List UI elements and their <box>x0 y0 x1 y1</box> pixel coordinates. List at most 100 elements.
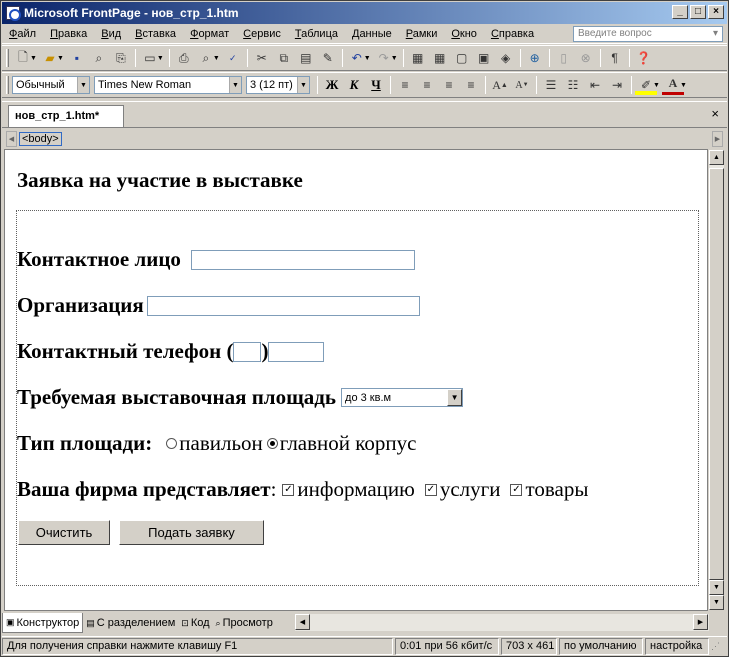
chevron-down-icon[interactable]: ▼ <box>57 55 64 62</box>
increase-font-icon[interactable]: A ▲ <box>489 75 511 95</box>
menu-window[interactable]: Окно <box>444 28 484 40</box>
align-left-icon[interactable]: ≡ <box>394 75 416 95</box>
horizontal-scrollbar[interactable]: ◀ ▶ <box>295 614 709 631</box>
ask-question-box[interactable]: Введите вопрос ▾ <box>573 26 723 42</box>
chevron-down-icon[interactable]: ▼ <box>653 82 660 89</box>
decrease-font-icon[interactable]: A ▼ <box>511 75 533 95</box>
services-checkbox[interactable]: ✓ <box>424 483 437 496</box>
menu-data[interactable]: Данные <box>345 28 399 40</box>
style-select[interactable]: Обычный ▼ <box>12 76 90 94</box>
toolbar-grip[interactable] <box>6 76 9 94</box>
scroll-right-icon[interactable]: ▶ <box>693 614 708 630</box>
cut-icon[interactable]: ✂ <box>251 48 273 68</box>
justify-icon[interactable]: ≡ <box>460 75 482 95</box>
tab-split[interactable]: ▤ С разделением <box>83 613 178 633</box>
insert-layer-icon[interactable]: ▢ <box>451 48 473 68</box>
chevron-right-icon[interactable]: ▶ <box>712 130 723 147</box>
menu-view[interactable]: Вид <box>94 28 128 40</box>
close-icon[interactable]: × <box>711 106 719 121</box>
refresh-icon[interactable]: ▯ <box>553 48 575 68</box>
menu-edit[interactable]: Правка <box>43 28 94 40</box>
print-icon[interactable]: ⎙ <box>173 48 195 68</box>
font-size-select[interactable]: 3 (12 пт) ▼ <box>246 76 310 94</box>
frontpage-app-icon[interactable] <box>6 6 21 21</box>
phone-code-input[interactable] <box>233 341 262 362</box>
help-icon[interactable]: ❓ <box>633 48 655 68</box>
chevron-down-icon[interactable]: ▼ <box>680 82 687 89</box>
search-icon[interactable]: ⌕ <box>88 48 110 68</box>
underline-button[interactable]: Ч <box>365 77 387 93</box>
bold-button[interactable]: Ж <box>321 77 343 93</box>
spelling-icon[interactable]: ✓ <box>222 48 244 68</box>
decrease-indent-icon[interactable]: ⇤ <box>584 75 606 95</box>
tab-design[interactable]: ▣ Конструктор <box>2 613 84 633</box>
status-page-size[interactable]: 703 x 461 <box>501 638 557 655</box>
scroll-up-icon[interactable]: ▲ <box>709 150 724 165</box>
tab-code[interactable]: ⊡ Код <box>178 613 212 633</box>
align-center-icon[interactable]: ≡ <box>416 75 438 95</box>
pavilion-radio[interactable] <box>166 438 178 449</box>
goods-checkbox[interactable]: ✓ <box>510 483 523 496</box>
chevron-down-icon[interactable]: ▼ <box>364 55 371 62</box>
bullet-list-icon[interactable]: ☷ <box>562 75 584 95</box>
format-painter-icon[interactable]: ✎ <box>317 48 339 68</box>
numbered-list-icon[interactable]: ☰ <box>540 75 562 95</box>
chevron-down-icon[interactable]: ▼ <box>213 55 220 62</box>
scroll-down-icon[interactable]: ▼ <box>709 595 724 610</box>
scroll-down-icon[interactable]: ▼ <box>709 580 724 595</box>
italic-button[interactable]: К <box>343 77 365 93</box>
chevron-down-icon[interactable]: ▼ <box>297 77 309 93</box>
page-editor[interactable]: Заявка на участие в выставке Контактное … <box>4 149 708 611</box>
chevron-down-icon[interactable]: ▼ <box>447 389 463 406</box>
copy-icon[interactable]: ⧉ <box>273 48 295 68</box>
main-building-radio[interactable] <box>266 438 278 449</box>
menu-insert[interactable]: Вставка <box>128 28 183 40</box>
minimize-button[interactable]: _ <box>672 5 688 19</box>
stop-icon[interactable]: ⊗ <box>575 48 597 68</box>
font-select[interactable]: Times New Roman ▼ <box>94 76 242 94</box>
chevron-down-icon[interactable]: ▼ <box>229 77 241 93</box>
resize-grip-icon[interactable]: ⋰ <box>711 641 723 653</box>
phone-number-input[interactable] <box>268 341 325 362</box>
close-button[interactable]: × <box>708 5 724 19</box>
maximize-button[interactable]: □ <box>690 5 706 19</box>
menu-tools[interactable]: Сервис <box>236 28 288 40</box>
area-select[interactable]: до 3 кв.м ▼ <box>341 388 464 407</box>
publish-icon[interactable]: ⎘ <box>110 48 132 68</box>
body-tag-button[interactable]: <body> <box>19 131 62 146</box>
chevron-left-icon[interactable]: ◀ <box>6 130 17 147</box>
chevron-down-icon[interactable]: ▼ <box>391 55 398 62</box>
save-icon[interactable]: ▪ <box>66 48 88 68</box>
scroll-thumb[interactable] <box>709 168 724 580</box>
scroll-left-icon[interactable]: ◀ <box>295 614 310 630</box>
align-right-icon[interactable]: ≡ <box>438 75 460 95</box>
menu-frames[interactable]: Рамки <box>399 28 445 40</box>
hyperlink-icon[interactable]: ⊕ <box>524 48 546 68</box>
status-schema[interactable]: по умолчанию <box>559 638 643 655</box>
submit-button[interactable]: Подать заявку <box>119 520 264 545</box>
web-component-icon[interactable]: ▦ <box>407 48 429 68</box>
insert-picture-icon[interactable]: ▣ <box>473 48 495 68</box>
increase-indent-icon[interactable]: ⇥ <box>606 75 628 95</box>
menu-help[interactable]: Справка <box>484 28 541 40</box>
chevron-down-icon[interactable]: ▼ <box>30 55 37 62</box>
vertical-scrollbar[interactable]: ▲ ▼ ▼ <box>708 149 725 611</box>
contact-input[interactable] <box>190 249 415 270</box>
status-settings[interactable]: настройка <box>645 638 709 655</box>
tab-preview[interactable]: ⌕ Просмотр <box>213 613 276 633</box>
insert-table-icon[interactable]: ▦ <box>429 48 451 68</box>
paste-icon[interactable]: ▤ <box>295 48 317 68</box>
toolbar-grip[interactable] <box>6 49 9 67</box>
reset-button[interactable]: Очистить <box>18 520 110 545</box>
chevron-down-icon[interactable]: ▼ <box>157 55 164 62</box>
drawing-icon[interactable]: ◈ <box>495 48 517 68</box>
menu-format[interactable]: Формат <box>183 28 236 40</box>
show-all-icon[interactable]: ¶ <box>604 48 626 68</box>
tab-document[interactable]: нов_стр_1.htm* <box>8 105 125 127</box>
menu-table[interactable]: Таблица <box>288 28 345 40</box>
information-checkbox[interactable]: ✓ <box>282 483 295 496</box>
chevron-down-icon[interactable]: ▾ <box>713 28 718 40</box>
chevron-down-icon[interactable]: ▼ <box>77 77 89 93</box>
organization-input[interactable] <box>146 295 420 316</box>
menu-file[interactable]: Файл <box>2 28 43 40</box>
